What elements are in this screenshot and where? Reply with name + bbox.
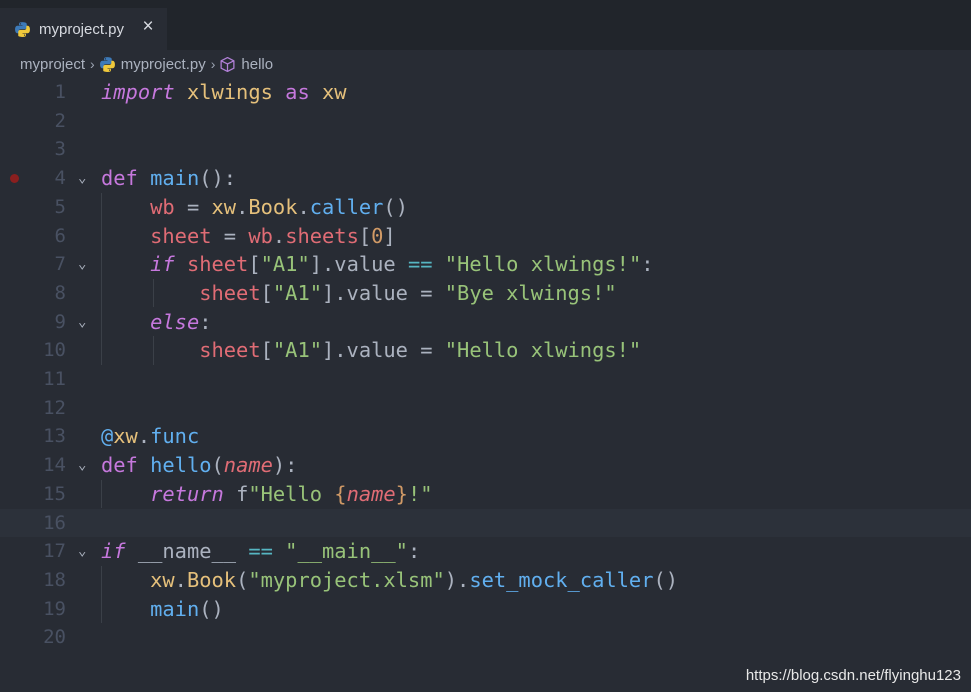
cube-icon <box>219 56 236 73</box>
code-text: main() <box>150 596 224 621</box>
breadcrumb-file[interactable]: myproject.py <box>121 56 206 73</box>
code-text: import xlwings as xw <box>101 80 347 104</box>
code-line-current[interactable]: 16 <box>0 508 971 538</box>
tab-bar: myproject.py × <box>0 0 971 50</box>
line-number: 1 <box>54 81 66 103</box>
code-line[interactable]: 13 @xw.func <box>0 422 971 451</box>
code-line[interactable]: 20 <box>0 623 971 652</box>
code-line[interactable]: 8 sheet["A1"].value = "Bye xlwings!" <box>0 279 971 308</box>
line-number: 15 <box>43 482 66 505</box>
code-text: wb = xw.Book.caller() <box>150 194 408 219</box>
code-line[interactable]: 7 ⌄ if sheet["A1"].value == "Hello xlwin… <box>0 250 971 279</box>
breadcrumb: myproject › myproject.py › hello <box>0 50 971 78</box>
code-line[interactable]: 2 <box>0 107 971 136</box>
line-number: 17 <box>43 540 66 563</box>
code-line[interactable]: 5 wb = xw.Book.caller() <box>0 193 971 222</box>
breadcrumb-symbol[interactable]: hello <box>241 56 273 73</box>
code-line[interactable]: 14 ⌄ def hello(name): <box>0 451 971 480</box>
watermark-text: https://blog.csdn.net/flyinghu123 <box>745 667 961 684</box>
code-line[interactable]: 9 ⌄ else: <box>0 308 971 337</box>
tab-label: myproject.py <box>39 20 125 38</box>
code-line[interactable]: 18 xw.Book("myproject.xlsm").set_mock_ca… <box>0 566 971 595</box>
code-line[interactable]: 6 sheet = wb.sheets[0] <box>0 222 971 251</box>
line-number: 8 <box>54 281 66 304</box>
tab-myproject-py[interactable]: myproject.py × <box>0 8 167 50</box>
chevron-down-icon[interactable]: ⌄ <box>78 250 92 279</box>
code-line[interactable]: 10 sheet["A1"].value = "Hello xlwings!" <box>0 336 971 365</box>
chevron-down-icon[interactable]: ⌄ <box>78 451 92 480</box>
code-editor[interactable]: 1 import xlwings as xw 2 3 4 ⌄ def main(… <box>0 78 971 692</box>
line-number: 3 <box>54 138 66 161</box>
chevron-right-icon: › <box>210 56 216 72</box>
code-text: if __name__ == "__main__": <box>101 539 421 564</box>
python-icon <box>99 56 116 73</box>
code-line[interactable]: 15 return f"Hello {name}!" <box>0 480 971 509</box>
python-icon <box>14 21 31 38</box>
line-number: 12 <box>43 396 66 419</box>
line-number: 19 <box>43 597 66 620</box>
code-line[interactable]: 19 main() <box>0 595 971 624</box>
line-number: 4 <box>54 167 66 190</box>
line-number: 10 <box>43 339 66 362</box>
code-text: if sheet["A1"].value == "Hello xlwings!"… <box>150 252 654 277</box>
code-text: sheet = wb.sheets[0] <box>150 223 396 248</box>
line-number: 7 <box>54 253 66 276</box>
code-line[interactable]: 12 <box>0 394 971 423</box>
chevron-down-icon[interactable]: ⌄ <box>78 308 92 337</box>
code-text: sheet["A1"].value = "Bye xlwings!" <box>199 280 617 305</box>
code-line[interactable]: 1 import xlwings as xw <box>0 78 971 107</box>
code-text: return f"Hello {name}!" <box>150 481 433 506</box>
line-number: 14 <box>43 454 66 477</box>
line-number: 6 <box>54 224 66 247</box>
line-number: 13 <box>43 425 66 448</box>
code-text: xw.Book("myproject.xlsm").set_mock_calle… <box>150 567 679 592</box>
code-text: sheet["A1"].value = "Hello xlwings!" <box>199 338 642 363</box>
code-line[interactable]: 11 <box>0 365 971 394</box>
code-text: else: <box>150 309 212 334</box>
chevron-down-icon[interactable]: ⌄ <box>78 537 92 566</box>
line-number: 2 <box>54 109 66 132</box>
code-line[interactable]: 4 ⌄ def main(): <box>0 164 971 193</box>
breadcrumb-folder[interactable]: myproject <box>20 56 85 73</box>
line-number: 16 <box>43 511 66 534</box>
line-number: 20 <box>43 626 66 649</box>
code-text: @xw.func <box>101 424 200 449</box>
line-number: 11 <box>43 368 66 390</box>
chevron-right-icon: › <box>90 56 95 72</box>
code-text: def hello(name): <box>101 453 298 478</box>
line-number: 18 <box>43 568 66 591</box>
chevron-down-icon[interactable]: ⌄ <box>78 164 92 193</box>
code-text: def main(): <box>101 166 237 191</box>
line-number: 5 <box>54 195 66 218</box>
close-icon[interactable]: × <box>140 17 156 36</box>
line-number: 9 <box>54 310 66 333</box>
code-line[interactable]: 3 <box>0 135 971 164</box>
code-line[interactable]: 17 ⌄ if __name__ == "__main__": <box>0 537 971 566</box>
